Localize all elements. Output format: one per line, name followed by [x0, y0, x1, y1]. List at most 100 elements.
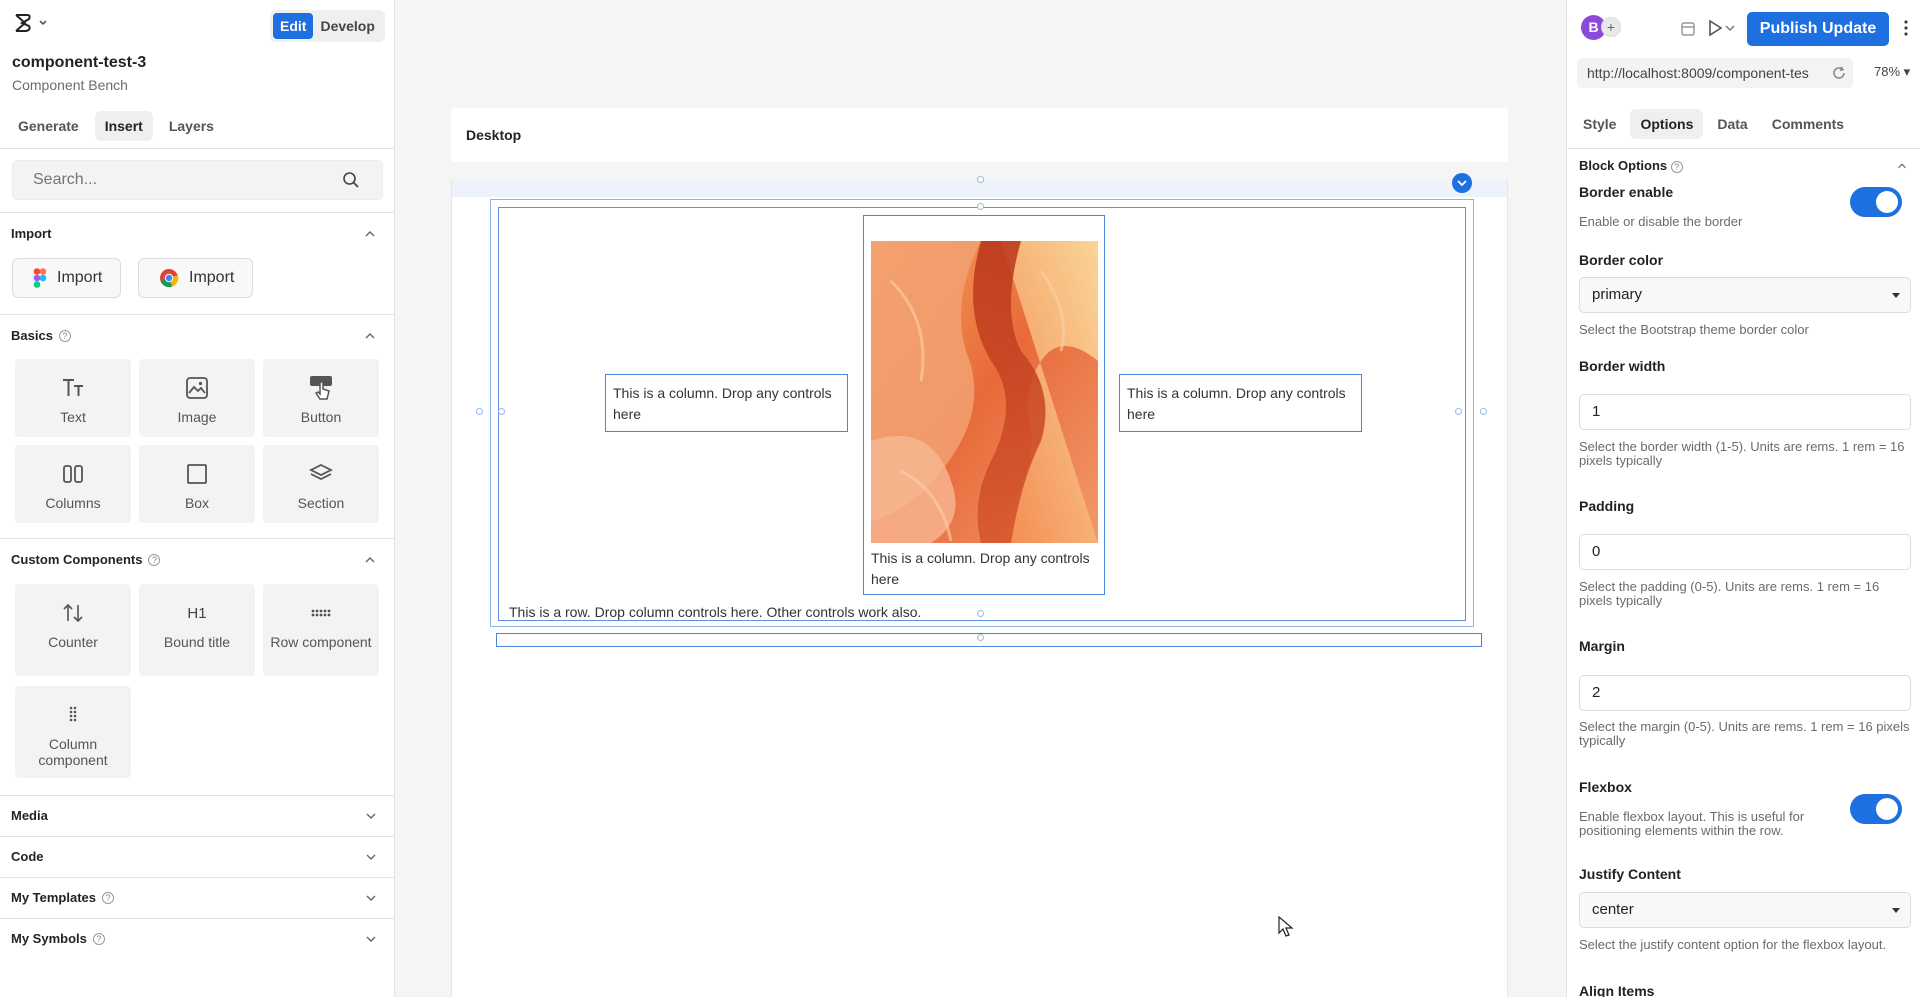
custom-components-section-title[interactable]: Custom Components? [11, 552, 161, 567]
button-icon [310, 376, 332, 400]
chevron-up-icon[interactable] [362, 328, 378, 344]
insert-bound-title-tile[interactable]: H1 Bound title [139, 584, 255, 676]
chevron-up-icon[interactable] [362, 552, 378, 568]
tab-layers[interactable]: Layers [159, 111, 224, 141]
justify-content-select[interactable]: center [1579, 892, 1911, 928]
dots-grid-icon [311, 609, 331, 617]
insert-image-tile[interactable]: Image [139, 359, 255, 437]
padding-label: Padding [1579, 498, 1635, 514]
help-icon[interactable]: ? [148, 553, 161, 566]
dots-column-icon [69, 706, 77, 722]
mouse-cursor-icon [1278, 916, 1294, 937]
row-block[interactable]: This is a column. Drop any controls here [498, 207, 1466, 621]
flexbox-toggle[interactable] [1850, 794, 1902, 824]
insert-section-tile[interactable]: Section [263, 445, 379, 523]
border-enable-label: Border enable [1579, 184, 1674, 200]
resize-handle[interactable] [977, 610, 984, 617]
insert-column-component-tile[interactable]: Column component [15, 686, 131, 778]
help-icon[interactable]: ? [102, 891, 115, 904]
flexbox-help: Enable flexbox layout. This is useful fo… [1579, 809, 1805, 838]
resize-handle[interactable] [498, 408, 505, 415]
tab-style[interactable]: Style [1573, 109, 1626, 139]
help-icon[interactable]: ? [58, 329, 71, 342]
chevron-down-icon [366, 813, 376, 819]
add-collaborator-button[interactable]: + [1601, 17, 1621, 37]
more-vertical-icon[interactable] [1903, 19, 1909, 37]
help-icon[interactable]: ? [92, 932, 105, 945]
insert-box-tile[interactable]: Box [139, 445, 255, 523]
tab-comments[interactable]: Comments [1762, 109, 1854, 139]
search-icon[interactable] [342, 171, 360, 189]
border-color-help: Select the Bootstrap theme border color [1579, 322, 1809, 337]
insert-columns-tile[interactable]: Columns [15, 445, 131, 523]
chrome-import-button[interactable]: Import [138, 258, 254, 298]
logo-icon [15, 14, 31, 32]
chevron-up-icon[interactable] [362, 226, 378, 242]
block-menu-icon[interactable] [1451, 172, 1473, 194]
page-frame[interactable]: This is a column. Drop any controls here [451, 176, 1508, 997]
column-right[interactable]: This is a column. Drop any controls here [1119, 374, 1362, 432]
border-color-select[interactable]: primary [1579, 277, 1911, 313]
zoom-level[interactable]: 78% ▾ [1874, 64, 1910, 80]
border-enable-toggle[interactable] [1850, 187, 1902, 217]
search-input[interactable] [13, 161, 333, 199]
column-left[interactable]: This is a column. Drop any controls here [605, 374, 848, 432]
import-section-title[interactable]: Import [11, 226, 51, 241]
margin-label: Margin [1579, 638, 1625, 654]
resize-handle[interactable] [476, 408, 483, 415]
refresh-icon[interactable] [1831, 65, 1847, 81]
divider [1567, 148, 1920, 149]
drop-zone-bar[interactable] [496, 633, 1482, 647]
left-panel: Edit Develop component-test-3 Component … [0, 0, 395, 997]
layers-icon [309, 463, 333, 481]
justify-content-help: Select the justify content option for th… [1579, 937, 1887, 952]
divider [0, 212, 395, 213]
insert-text-tile[interactable]: Text [15, 359, 131, 437]
develop-mode-button[interactable]: Develop [313, 13, 381, 39]
project-subtitle: Component Bench [12, 77, 128, 93]
preview-url-field[interactable]: http://localhost:8009/component-tes [1577, 58, 1853, 88]
chevron-down-icon[interactable] [1725, 24, 1735, 32]
margin-input[interactable]: 2 [1579, 675, 1911, 711]
chrome-icon [160, 269, 179, 288]
preview-device-icon[interactable] [1679, 20, 1697, 38]
basics-section-title[interactable]: Basics? [11, 328, 71, 343]
border-enable-help: Enable or disable the border [1579, 214, 1743, 229]
my-symbols-section[interactable]: My Symbols? [0, 918, 395, 958]
play-icon[interactable] [1707, 19, 1723, 37]
app-logo-menu[interactable] [12, 12, 48, 34]
edit-mode-button[interactable]: Edit [273, 13, 314, 39]
border-width-input[interactable]: 1 [1579, 394, 1911, 430]
canyon-image[interactable] [871, 241, 1098, 543]
box-icon [187, 464, 207, 484]
tab-insert[interactable]: Insert [94, 111, 153, 141]
insert-counter-tile[interactable]: Counter [15, 584, 131, 676]
column-middle[interactable]: This is a column. Drop any controls here [863, 215, 1105, 595]
sort-arrows-icon [63, 603, 83, 623]
media-section[interactable]: Media [0, 795, 395, 835]
right-panel: B + Publish Update http://localhost:8009… [1566, 0, 1920, 997]
padding-input[interactable]: 0 [1579, 534, 1911, 570]
code-section[interactable]: Code [0, 836, 395, 876]
resize-handle[interactable] [1455, 408, 1462, 415]
insert-button-tile[interactable]: Button [263, 359, 379, 437]
selected-row-outline[interactable]: This is a column. Drop any controls here [490, 199, 1474, 627]
project-title: component-test-3 [12, 54, 147, 71]
canvas-area[interactable]: Desktop This is a column. Drop any contr… [396, 0, 1565, 997]
figma-import-button[interactable]: Import [12, 258, 122, 298]
tab-data[interactable]: Data [1707, 109, 1757, 139]
resize-handle[interactable] [977, 176, 984, 183]
block-options-title[interactable]: Block Options ? [1579, 158, 1683, 173]
help-icon[interactable]: ? [1670, 161, 1683, 173]
insert-row-component-tile[interactable]: Row component [263, 584, 379, 676]
my-templates-section[interactable]: My Templates? [0, 877, 395, 917]
resize-handle[interactable] [977, 203, 984, 210]
chevron-up-icon[interactable] [1895, 159, 1909, 173]
device-bar: Desktop [451, 108, 1508, 162]
tab-generate[interactable]: Generate [8, 111, 89, 141]
tab-options[interactable]: Options [1630, 109, 1704, 139]
resize-handle[interactable] [1480, 408, 1487, 415]
padding-help: Select the padding (0-5). Units are rems… [1579, 579, 1880, 608]
publish-update-button[interactable]: Publish Update [1747, 12, 1889, 46]
align-items-label: Align Items [1579, 983, 1655, 997]
